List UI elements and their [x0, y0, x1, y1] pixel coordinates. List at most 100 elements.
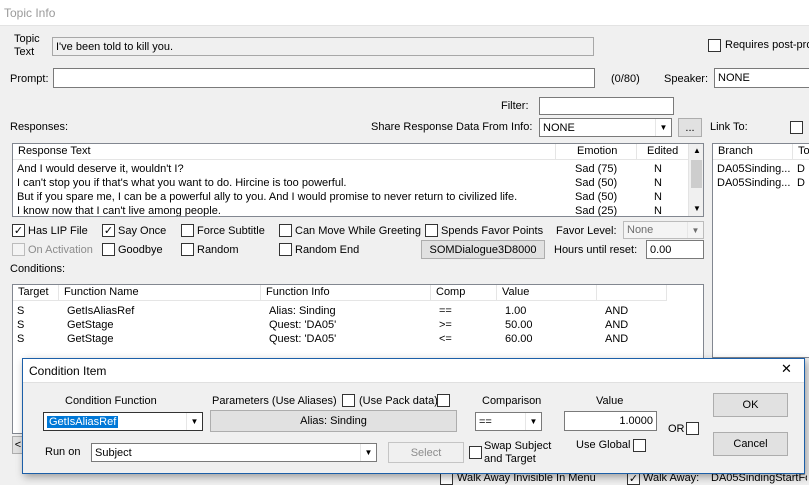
condition-info: Quest: 'DA05'	[269, 319, 337, 331]
close-icon[interactable]: ✕	[781, 363, 792, 377]
share-response-browse-button[interactable]: ...	[678, 118, 702, 137]
parameter-alias-button[interactable]: Alias: Sinding	[210, 410, 457, 432]
use-global-checkbox[interactable]	[633, 439, 646, 452]
goodbye-checkbox[interactable]	[102, 243, 115, 256]
swap-subject-target-label: Swap Subject and Target	[484, 440, 552, 465]
link-row[interactable]: DA05Sinding... D	[713, 162, 809, 176]
say-once-checkbox[interactable]: ✓	[102, 224, 115, 237]
conditions-label: Conditions:	[10, 263, 66, 275]
condition-row[interactable]: S GetStage Quest: 'DA05' <= 60.00 AND	[13, 332, 703, 346]
dialogue-file-button[interactable]: SOMDialogue3D8000	[421, 240, 545, 259]
title-bar: Topic Info	[0, 0, 809, 26]
cancel-button[interactable]: Cancel	[713, 432, 788, 456]
on-activation-checkbox[interactable]	[12, 243, 25, 256]
condition-function-value: GetIsAliasRef	[47, 415, 119, 428]
select-reference-button[interactable]: Select	[388, 442, 464, 463]
column-header-emotion[interactable]: Emotion	[556, 144, 637, 160]
condition-target: S	[17, 333, 25, 345]
responses-scrollbar[interactable]: ▲ ▼	[688, 144, 703, 216]
link-to-checkbox[interactable]	[790, 121, 803, 134]
share-response-label: Share Response Data From Info:	[371, 121, 533, 133]
use-aliases-checkbox[interactable]	[342, 394, 355, 407]
column-header-branch[interactable]: Branch	[713, 144, 793, 160]
random-checkbox[interactable]	[181, 243, 194, 256]
response-text: And I would deserve it, wouldn't I?	[17, 163, 184, 175]
filter-input[interactable]	[539, 97, 674, 115]
chevron-down-icon: ▼	[186, 413, 202, 430]
or-label: OR	[668, 423, 685, 435]
response-row[interactable]: I can't stop you if that's what you want…	[13, 176, 689, 190]
topic-text-label: Topic Text	[14, 33, 40, 58]
condition-target: S	[17, 319, 25, 331]
share-response-dropdown[interactable]: NONE ▼	[539, 118, 672, 137]
hours-until-reset-input[interactable]: 0.00	[646, 240, 704, 259]
condition-item-dialog: Condition Item ✕ Condition Function GetI…	[22, 358, 805, 474]
condition-row[interactable]: S GetStage Quest: 'DA05' >= 50.00 AND	[13, 318, 703, 332]
condition-row[interactable]: S GetIsAliasRef Alias: Sinding == 1.00 A…	[13, 304, 703, 318]
speaker-field[interactable]: NONE	[714, 68, 809, 88]
response-emotion: Sad (50)	[575, 191, 618, 203]
has-lip-file-checkbox[interactable]: ✓	[12, 224, 25, 237]
prompt-label: Prompt:	[10, 73, 49, 85]
force-subtitle-label: Force Subtitle	[197, 225, 265, 237]
filter-label: Filter:	[501, 100, 529, 112]
link-row[interactable]: DA05Sinding... D	[713, 176, 809, 190]
condition-comp: >=	[439, 319, 452, 331]
condition-operator: AND	[605, 305, 629, 317]
column-header-target[interactable]: Target	[13, 285, 59, 301]
share-response-value: NONE	[543, 121, 575, 134]
hours-until-reset-label: Hours until reset:	[554, 244, 638, 256]
run-on-dropdown[interactable]: Subject ▼	[91, 443, 377, 462]
comparison-dropdown[interactable]: == ▼	[475, 412, 542, 431]
response-text: But if you spare me, I can be a powerful…	[17, 191, 518, 203]
use-global-label: Use Global	[576, 439, 631, 451]
response-row[interactable]: But if you spare me, I can be a powerful…	[13, 190, 689, 204]
comparison-value: ==	[479, 415, 492, 428]
use-pack-data-checkbox[interactable]	[437, 394, 450, 407]
condition-comp: <=	[439, 333, 452, 345]
response-row[interactable]: And I would deserve it, wouldn't I? Sad …	[13, 162, 689, 176]
condition-function-dropdown[interactable]: GetIsAliasRef ▼	[43, 412, 203, 431]
spends-favor-points-checkbox[interactable]	[425, 224, 438, 237]
column-header-value[interactable]: Value	[497, 285, 597, 301]
column-header-response-text[interactable]: Response Text	[13, 144, 556, 160]
column-header-to[interactable]: To	[793, 144, 809, 160]
column-header-comp[interactable]: Comp	[431, 285, 497, 301]
link-branch: DA05Sinding...	[717, 177, 791, 189]
column-header-function-name[interactable]: Function Name	[59, 285, 261, 301]
condition-value: 60.00	[505, 333, 533, 345]
link-to-list[interactable]: Branch To DA05Sinding... D DA05Sinding..…	[712, 143, 809, 358]
swap-subject-target-checkbox[interactable]	[469, 446, 482, 459]
chevron-down-icon: ▼	[525, 413, 541, 430]
prompt-input[interactable]	[53, 68, 595, 88]
response-row[interactable]: I know now that I can't live among peopl…	[13, 204, 689, 217]
condition-function: GetStage	[67, 333, 114, 345]
condition-operator: AND	[605, 333, 629, 345]
scroll-up-icon[interactable]: ▲	[693, 144, 701, 158]
condition-function: GetIsAliasRef	[67, 305, 135, 317]
link-to: D	[797, 163, 805, 175]
response-emotion: Sad (25)	[575, 205, 618, 217]
response-emotion: Sad (75)	[575, 163, 618, 175]
run-on-label: Run on	[45, 446, 81, 458]
can-move-while-greeting-checkbox[interactable]	[279, 224, 292, 237]
condition-value: 1.00	[505, 305, 527, 317]
or-checkbox[interactable]	[686, 422, 699, 435]
requires-post-processing-checkbox[interactable]	[708, 39, 721, 52]
column-header-edited[interactable]: Edited	[637, 144, 689, 160]
scroll-down-icon[interactable]: ▼	[693, 202, 701, 216]
response-edited: N	[654, 163, 662, 175]
force-subtitle-checkbox[interactable]	[181, 224, 194, 237]
favor-level-dropdown[interactable]: None ▼	[623, 221, 704, 239]
link-to: D	[797, 177, 805, 189]
column-header-extra[interactable]	[597, 285, 667, 301]
random-end-checkbox[interactable]	[279, 243, 292, 256]
scroll-thumb[interactable]	[691, 160, 702, 188]
ok-button[interactable]: OK	[713, 393, 788, 417]
topic-text-field[interactable]: I've been told to kill you.	[52, 37, 594, 56]
responses-list[interactable]: Response Text Emotion Edited And I would…	[12, 143, 704, 217]
value-input[interactable]: 1.0000	[564, 411, 657, 431]
response-edited: N	[654, 177, 662, 189]
response-edited: N	[654, 191, 662, 203]
column-header-function-info[interactable]: Function Info	[261, 285, 431, 301]
